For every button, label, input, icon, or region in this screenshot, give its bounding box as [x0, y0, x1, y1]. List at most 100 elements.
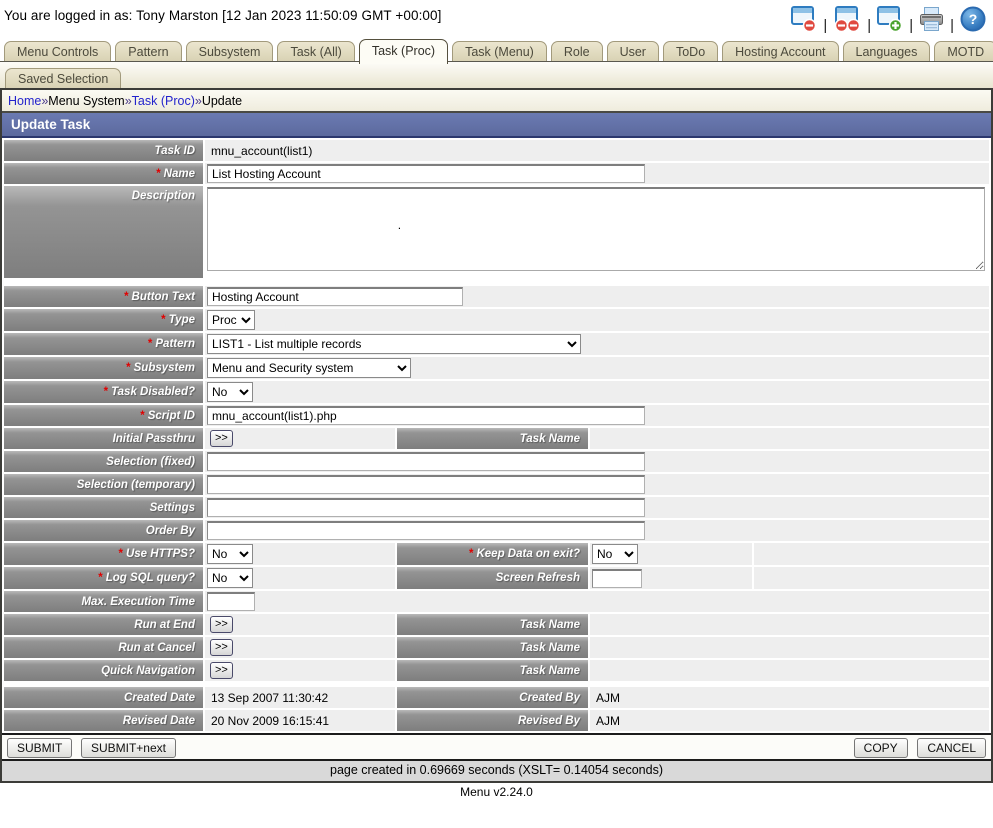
icon-separator: |	[823, 17, 827, 34]
tab-saved-selection[interactable]: Saved Selection	[5, 68, 121, 88]
revised-date-label: Revised Date	[4, 710, 203, 731]
row-run-at-cancel: Run at Cancel >> Task Name	[4, 637, 989, 658]
subsystem-select[interactable]: Menu and Security system	[207, 358, 411, 378]
row-button-text: *Button Text	[4, 286, 989, 307]
submit-button[interactable]: SUBMIT	[7, 738, 72, 758]
close-all-windows-icon[interactable]	[832, 6, 862, 36]
submit-next-button[interactable]: SUBMIT+next	[81, 738, 176, 758]
settings-label: Settings	[4, 497, 203, 518]
tab-user[interactable]: User	[607, 41, 659, 61]
page-timing-status: page created in 0.69669 seconds (XSLT= 0…	[2, 761, 991, 781]
main-panel: Home»Menu System»Task (Proc)»Update Upda…	[0, 88, 993, 783]
initial-passthru-task-name-value	[592, 432, 596, 446]
breadcrumb-update: Update	[202, 94, 242, 108]
quick-navigation-picker-button[interactable]: >>	[210, 662, 233, 679]
screen-refresh-input[interactable]	[592, 569, 642, 588]
row-revised: Revised Date 20 Nov 2009 16:15:41 Revise…	[4, 710, 989, 731]
run-at-cancel-picker-button[interactable]: >>	[210, 639, 233, 656]
print-icon[interactable]	[918, 6, 945, 36]
row-task-id: Task ID mnu_account(list1)	[4, 140, 989, 161]
svg-text:?: ?	[969, 11, 978, 27]
row-quick-navigation: Quick Navigation >> Task Name	[4, 660, 989, 681]
use-https-label: *Use HTTPS?	[4, 543, 203, 565]
selection-temporary-label: Selection (temporary)	[4, 474, 203, 495]
breadcrumb-separator: »	[195, 94, 202, 108]
toolbar-icons: | | |	[790, 5, 987, 36]
tab-task-menu[interactable]: Task (Menu)	[452, 41, 547, 61]
name-input[interactable]	[207, 164, 645, 183]
button-text-input[interactable]	[207, 287, 463, 306]
selection-temporary-input[interactable]	[207, 475, 645, 494]
tab-bar: Menu Controls Pattern Subsystem Task (Al…	[0, 40, 993, 62]
tab-languages[interactable]: Languages	[843, 41, 931, 61]
max-execution-time-input[interactable]	[207, 592, 255, 611]
run-at-end-picker-button[interactable]: >>	[210, 616, 233, 633]
description-textarea[interactable]	[207, 187, 985, 271]
breadcrumb: Home»Menu System»Task (Proc)»Update	[2, 90, 991, 113]
run-at-end-label: Run at End	[4, 614, 203, 635]
run-at-cancel-task-name-label: Task Name	[397, 637, 588, 658]
tab-task-proc[interactable]: Task (Proc)	[359, 39, 448, 64]
login-status: You are logged in as: Tony Marston [12 J…	[4, 5, 442, 23]
created-by-value: AJM	[592, 691, 620, 705]
run-at-cancel-task-name-value	[592, 641, 596, 655]
keep-data-on-exit-label: *Keep Data on exit?	[397, 543, 588, 565]
task-id-label: Task ID	[4, 140, 203, 161]
row-name: *Name	[4, 163, 989, 184]
breadcrumb-task-proc-link[interactable]: Task (Proc)	[132, 94, 195, 108]
row-run-at-end: Run at End >> Task Name	[4, 614, 989, 635]
description-label: Description	[4, 186, 203, 278]
icon-separator: |	[950, 17, 954, 34]
tab-hosting-account[interactable]: Hosting Account	[722, 41, 838, 61]
tab-todo[interactable]: ToDo	[663, 41, 718, 61]
run-at-end-task-name-value	[592, 618, 596, 632]
tab-role[interactable]: Role	[551, 41, 603, 61]
tab-pattern[interactable]: Pattern	[115, 41, 181, 61]
use-https-select[interactable]: No	[207, 544, 253, 564]
row-created: Created Date 13 Sep 2007 11:30:42 Create…	[4, 687, 989, 708]
row-type: *Type Proc	[4, 309, 989, 331]
row-description: Description	[4, 186, 989, 278]
close-window-icon[interactable]	[790, 6, 818, 36]
cancel-button[interactable]: CANCEL	[917, 738, 986, 758]
tab-motd[interactable]: MOTD	[934, 41, 993, 61]
app-version: Menu v2.24.0	[0, 783, 993, 799]
row-log-sql-query: *Log SQL query? No Screen Refresh	[4, 567, 989, 589]
created-date-value: 13 Sep 2007 11:30:42	[207, 691, 328, 705]
log-sql-query-select[interactable]: No	[207, 568, 253, 588]
quick-navigation-task-name-label: Task Name	[397, 660, 588, 681]
new-window-icon[interactable]	[876, 6, 904, 36]
tab-bar-secondary: Saved Selection	[0, 62, 993, 88]
row-order-by: Order By	[4, 520, 989, 541]
initial-passthru-picker-button[interactable]: >>	[210, 430, 233, 447]
pattern-select[interactable]: LIST1 - List multiple records	[207, 334, 581, 354]
tab-menu-controls[interactable]: Menu Controls	[4, 41, 111, 61]
selection-fixed-input[interactable]	[207, 452, 645, 471]
order-by-input[interactable]	[207, 521, 645, 540]
tab-subsystem[interactable]: Subsystem	[186, 41, 274, 61]
keep-data-on-exit-select[interactable]: No	[592, 544, 638, 564]
created-date-label: Created Date	[4, 687, 203, 708]
help-icon[interactable]: ?	[959, 5, 987, 36]
type-select[interactable]: Proc	[207, 310, 255, 330]
task-disabled-select[interactable]: No	[207, 382, 253, 402]
breadcrumb-home-link[interactable]: Home	[8, 94, 41, 108]
row-pattern: *Pattern LIST1 - List multiple records	[4, 333, 989, 355]
script-id-label: *Script ID	[4, 405, 203, 426]
pattern-label: *Pattern	[4, 333, 203, 355]
tab-task-all[interactable]: Task (All)	[277, 41, 354, 61]
log-sql-query-label: *Log SQL query?	[4, 567, 203, 589]
page-title: Update Task	[2, 113, 991, 138]
top-header: You are logged in as: Tony Marston [12 J…	[0, 0, 993, 40]
task-disabled-label: *Task Disabled?	[4, 381, 203, 403]
selection-fixed-label: Selection (fixed)	[4, 451, 203, 472]
script-id-input[interactable]	[207, 406, 645, 425]
copy-button[interactable]: COPY	[854, 738, 908, 758]
screen-refresh-label: Screen Refresh	[397, 567, 588, 589]
action-button-bar: SUBMIT SUBMIT+next COPY CANCEL	[2, 733, 991, 761]
row-task-disabled: *Task Disabled? No	[4, 381, 989, 403]
row-selection-fixed: Selection (fixed)	[4, 451, 989, 472]
settings-input[interactable]	[207, 498, 645, 517]
row-subsystem: *Subsystem Menu and Security system	[4, 357, 989, 379]
revised-by-value: AJM	[592, 714, 620, 728]
